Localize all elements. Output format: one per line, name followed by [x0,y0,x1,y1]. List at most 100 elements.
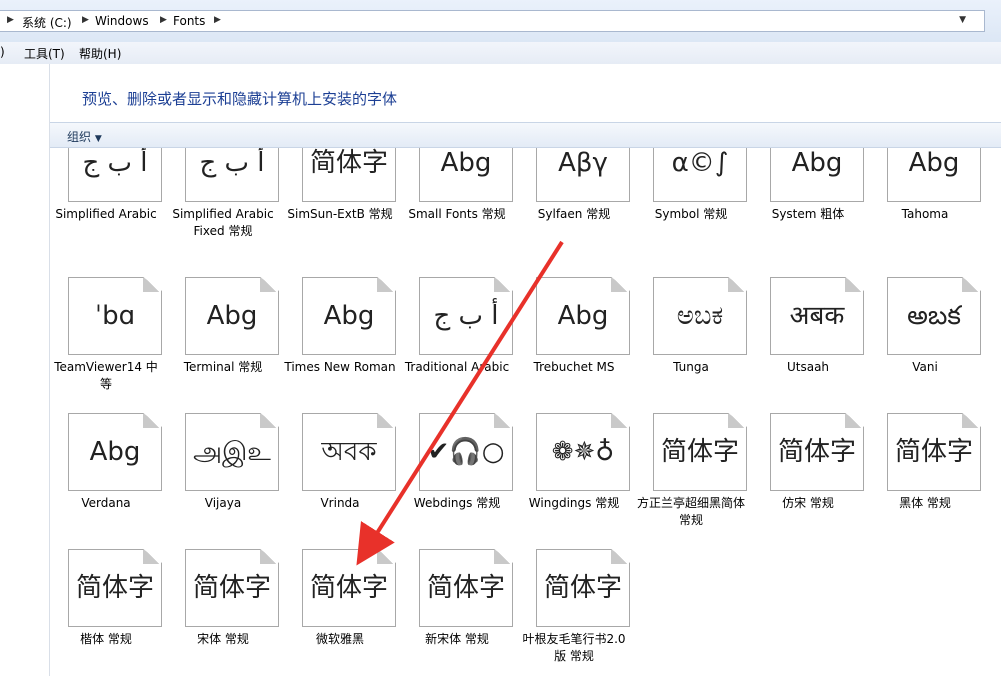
font-name-label: Terminal 常规 [183,360,263,374]
font-item[interactable]: அஇஉ Vijaya [167,413,279,533]
font-preview: Aβγ [536,148,630,202]
font-item[interactable]: 简体字 黑体 常规 [869,413,981,533]
font-sample-text: أ ب ج [433,301,499,331]
font-preview: Abg [536,277,630,355]
font-name-label: SimSun-ExtB 常规 [287,207,393,221]
font-preview: 简体字 [302,549,396,627]
organize-button[interactable]: 组织 ▼ [67,128,102,145]
font-item[interactable]: ಅಬಕ Tunga [635,277,747,397]
font-item[interactable]: 简体字 新宋体 常规 [401,549,513,669]
font-item[interactable]: Abg System 粗体 [752,148,864,244]
font-item[interactable]: ˈbɑ TeamViewer14 中等 [50,277,162,397]
breadcrumb-item[interactable]: 系统 (C:) [22,14,72,31]
menu-item-help[interactable]: 帮助(H) [79,45,121,62]
font-item[interactable]: 简体字 楷体 常规 [50,549,162,669]
page-fold-icon [845,278,863,292]
font-sample-text: Abg [908,148,960,178]
page-fold-icon [260,550,278,564]
page-fold-icon [143,414,161,428]
font-item[interactable]: 简体字 SimSun-ExtB 常规 [284,148,396,244]
font-item[interactable]: Abg Terminal 常规 [167,277,279,397]
font-file-icon: Abg [536,277,630,355]
font-preview: Abg [770,148,864,202]
font-item[interactable]: Abg Verdana [50,413,162,533]
page-fold-icon [494,414,512,428]
font-item[interactable]: ❁✵♁ Wingdings 常规 [518,413,630,533]
font-file-icon: 简体字 [68,549,162,627]
font-item[interactable]: Abg Tahoma [869,148,981,244]
font-file-icon: Abg [68,413,162,491]
breadcrumb-item[interactable]: Fonts [173,14,205,28]
organize-label: 组织 [67,130,92,144]
font-file-icon: Aβγ [536,148,630,202]
font-item[interactable]: 简体字 方正兰亭超细黑简体 常规 [635,413,747,533]
font-file-icon: Abg [419,148,513,202]
page-fold-icon [962,414,980,428]
font-sample-text: Abg [89,437,141,467]
font-item[interactable]: 简体字 仿宋 常规 [752,413,864,533]
font-preview: أ ب ج [419,277,513,355]
font-sample-text: అబక [907,301,961,331]
font-file-icon: 简体字 [887,413,981,491]
font-preview: Abg [68,413,162,491]
font-item[interactable]: অবক Vrinda [284,413,396,533]
font-sample-text: ಅಬಕ [676,301,724,331]
font-item[interactable]: अबक Utsaah [752,277,864,397]
font-item[interactable]: అబక Vani [869,277,981,397]
font-sample-text: ✔🎧○ [427,437,505,467]
font-name-label: 微软雅黑 [315,632,364,646]
font-item[interactable]: Aβγ Sylfaen 常规 [518,148,630,244]
font-sample-text: 简体字 [309,148,388,178]
font-name-label: Sylfaen 常规 [537,207,611,221]
font-name-label: Tahoma [901,207,949,221]
page-fold-icon [845,414,863,428]
font-item[interactable]: Abg Times New Roman [284,277,396,397]
font-grid: أ ب ج Simplified Arabic أ ب ج Simplified Ar… [50,148,1001,676]
font-item[interactable]: 简体字微软雅黑 [284,549,396,669]
font-file-icon: Abg [770,148,864,202]
chevron-down-icon[interactable]: ▼ [959,15,966,25]
font-preview: 简体字 [68,549,162,627]
font-item[interactable]: Abg Small Fonts 常规 [401,148,513,244]
chevron-right-icon[interactable]: ▶ [214,15,221,25]
font-item[interactable]: أ ب ج Simplified Arabic Fixed 常规 [167,148,279,244]
font-file-icon: 简体字 [536,549,630,627]
address-field[interactable]: ▶ 系统 (C:) ▶ Windows ▶ Fonts ▶ ▼ [0,10,985,32]
font-file-icon: 简体字 [302,549,396,627]
font-item[interactable]: 简体字 叶根友毛笔行书2.0版 常规 [518,549,630,669]
chevron-right-icon[interactable]: ▶ [160,15,167,25]
font-preview: அஇஉ [185,413,279,491]
font-sample-text: 简体字 [192,573,271,603]
font-file-icon: ಅಬಕ [653,277,747,355]
font-item[interactable]: ✔🎧○ Webdings 常规 [401,413,513,533]
font-file-icon: 简体字 [302,148,396,202]
page-fold-icon [611,414,629,428]
page-fold-icon [962,278,980,292]
font-item[interactable]: α©∫ Symbol 常规 [635,148,747,244]
page-fold-icon [611,278,629,292]
breadcrumb-item[interactable]: Windows [95,14,149,28]
font-name-label: Verdana [81,496,131,510]
page-fold-icon [260,278,278,292]
font-name-label: Vrinda [320,496,360,510]
navigation-pane[interactable] [0,64,50,676]
font-item[interactable]: أ ب ج Traditional Arabic [401,277,513,397]
chevron-right-icon[interactable]: ▶ [7,15,14,25]
menu-item-tools[interactable]: 工具(T) [24,45,65,62]
font-name-label: Small Fonts 常规 [408,207,506,221]
font-name-label: Tunga [673,360,709,374]
font-item[interactable]: 简体字 宋体 常规 [167,549,279,669]
page-fold-icon [377,550,395,564]
chevron-right-icon[interactable]: ▶ [82,15,89,25]
font-sample-text: Abg [323,301,375,331]
font-file-icon: أ ب ج [68,148,162,202]
font-name-label: 新宋体 常规 [425,632,489,646]
font-file-icon: أ ب ج [419,277,513,355]
menu-item-fragment[interactable]: ) [0,45,5,59]
font-name-label: Simplified Arabic Fixed 常规 [172,207,274,238]
font-item[interactable]: Abg Trebuchet MS [518,277,630,397]
font-sample-text: 简体字 [75,573,154,603]
font-sample-text: 简体字 [777,437,856,467]
font-sample-text: 简体字 [543,573,622,603]
font-item[interactable]: أ ب ج Simplified Arabic [50,148,162,244]
